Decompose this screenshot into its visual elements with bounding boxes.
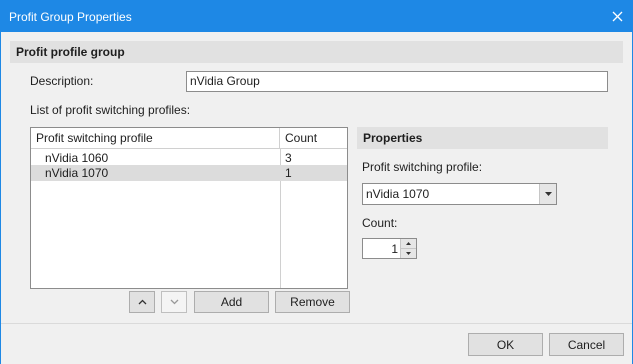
move-up-button[interactable] bbox=[129, 291, 155, 313]
table-row-selected[interactable]: nVidia 1070 1 bbox=[31, 165, 347, 181]
spin-up-icon bbox=[406, 242, 411, 245]
list-label: List of profit switching profiles: bbox=[30, 103, 191, 117]
count-value: 1 bbox=[391, 242, 398, 256]
group-header-label: Profit profile group bbox=[16, 45, 125, 59]
row-profile: nVidia 1070 bbox=[45, 166, 109, 180]
move-up-icon bbox=[138, 299, 146, 305]
description-label: Description: bbox=[30, 74, 94, 88]
dropdown-button[interactable] bbox=[539, 184, 556, 204]
spin-down-icon bbox=[406, 252, 411, 255]
description-value: nVidia Group bbox=[190, 74, 260, 88]
count-stepper[interactable]: 1 bbox=[362, 238, 417, 259]
add-button[interactable]: Add bbox=[194, 291, 269, 313]
group-header: Profit profile group bbox=[10, 41, 623, 63]
row-count: 1 bbox=[285, 166, 292, 180]
dialog-footer: OK Cancel bbox=[1, 323, 632, 364]
move-down-icon bbox=[170, 299, 178, 305]
row-count: 3 bbox=[285, 151, 292, 165]
profile-label: Profit switching profile: bbox=[362, 160, 483, 174]
row-profile: nVidia 1060 bbox=[45, 151, 109, 165]
count-label: Count: bbox=[362, 216, 398, 230]
spin-up-button[interactable] bbox=[400, 239, 416, 249]
column-header-count[interactable]: Count bbox=[280, 128, 347, 148]
ok-button[interactable]: OK bbox=[468, 333, 543, 356]
cancel-button[interactable]: Cancel bbox=[549, 333, 624, 356]
description-field[interactable]: nVidia Group bbox=[186, 71, 608, 92]
properties-header: Properties bbox=[357, 127, 608, 149]
profile-select[interactable]: nVidia 1070 bbox=[362, 183, 557, 205]
dropdown-arrow-icon bbox=[544, 192, 552, 196]
properties-header-label: Properties bbox=[363, 131, 423, 145]
list-header: Profit switching profile Count bbox=[31, 128, 347, 149]
profiles-list[interactable]: Profit switching profile Count nVidia 10… bbox=[30, 127, 348, 289]
move-down-button[interactable] bbox=[161, 291, 187, 313]
remove-button[interactable]: Remove bbox=[275, 291, 350, 313]
dialog-window: Profit Group Properties Profit profile g… bbox=[0, 0, 633, 364]
column-header-profile[interactable]: Profit switching profile bbox=[31, 128, 280, 148]
profile-select-value: nVidia 1070 bbox=[366, 187, 430, 201]
close-icon bbox=[612, 11, 622, 22]
title-bar: Profit Group Properties bbox=[1, 1, 632, 32]
spin-down-button[interactable] bbox=[400, 249, 416, 258]
table-row[interactable]: nVidia 1060 3 bbox=[31, 150, 347, 166]
close-button[interactable] bbox=[602, 1, 632, 32]
window-title: Profit Group Properties bbox=[9, 10, 132, 24]
